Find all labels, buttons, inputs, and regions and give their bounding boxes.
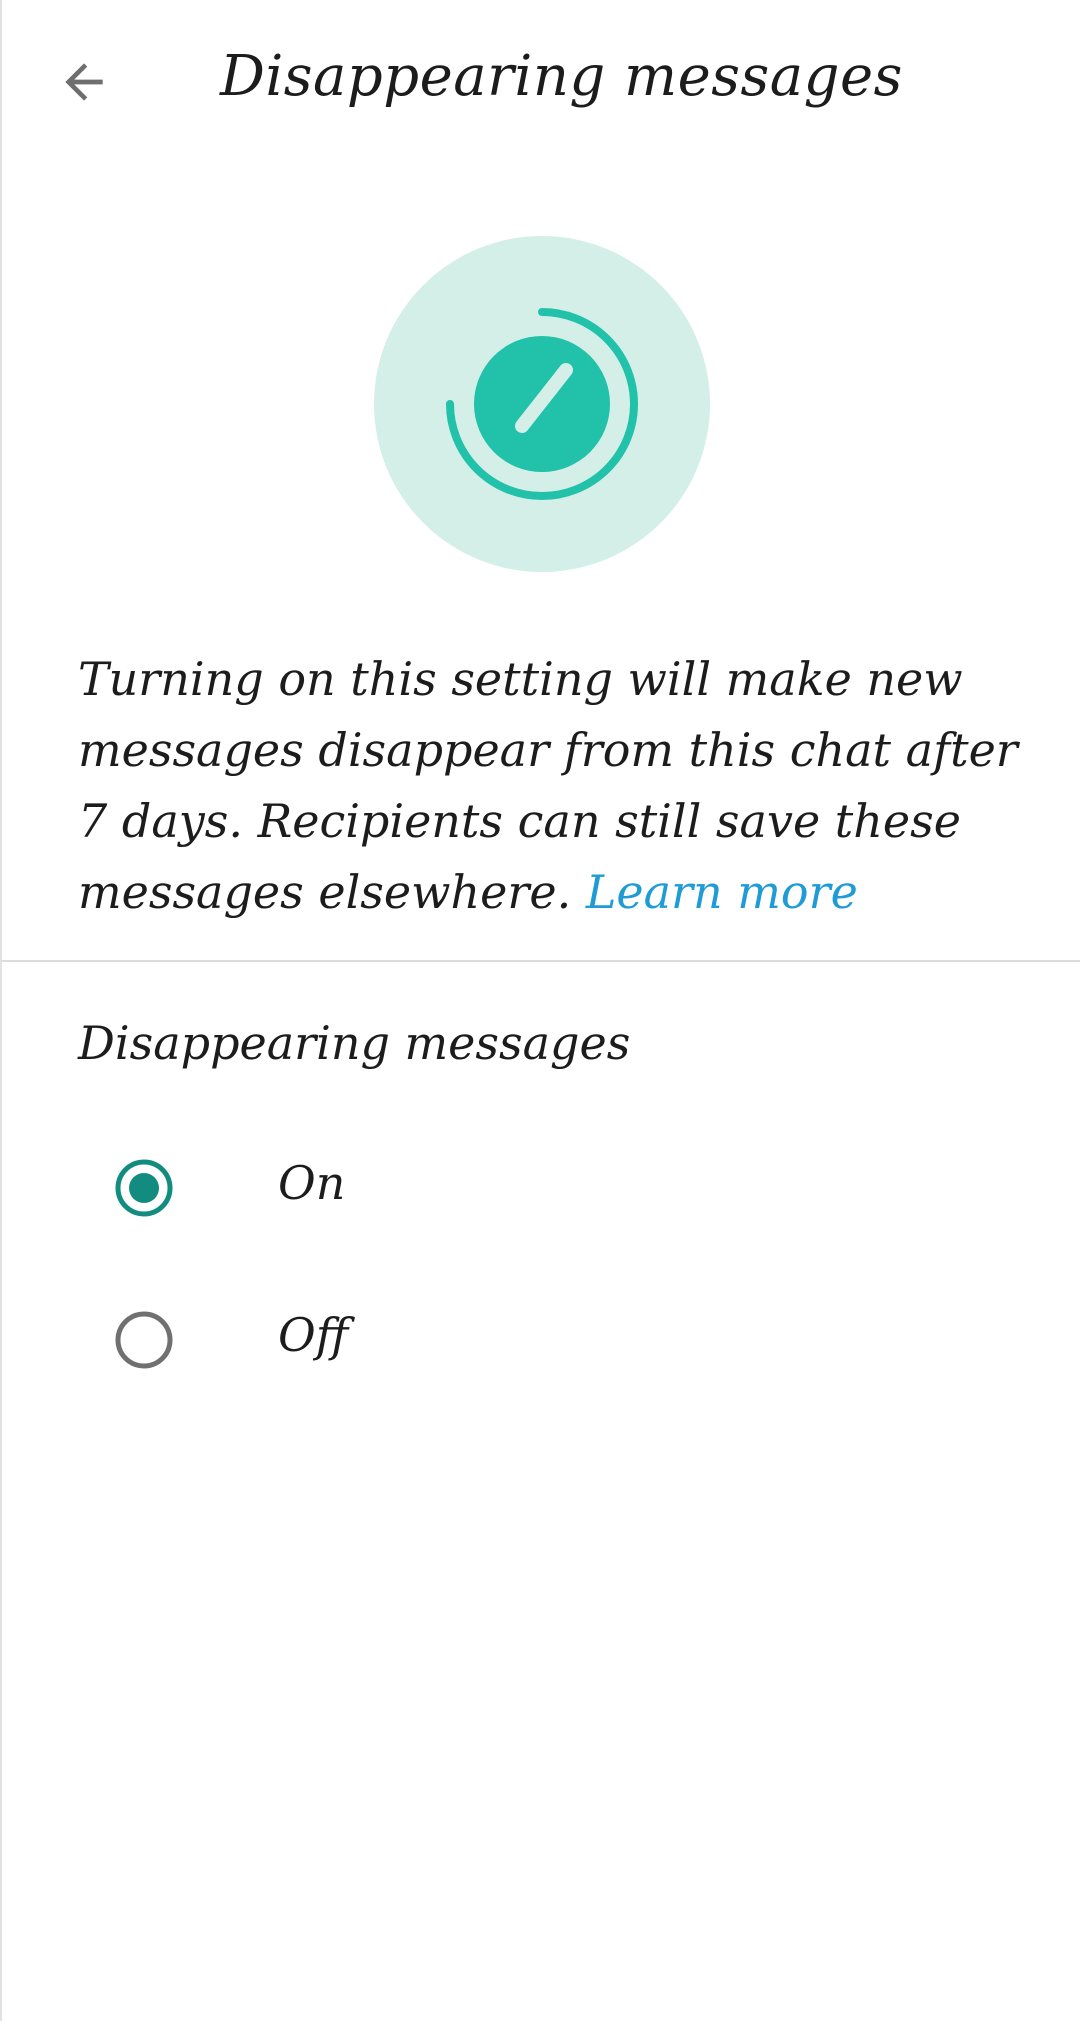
page-title: Disappearing messages [220,44,903,109]
option-on[interactable]: On [2,1118,1080,1258]
radio-selected-icon [115,1159,173,1217]
section-label: Disappearing messages [78,1016,631,1070]
app-bar: Disappearing messages [2,0,1080,170]
back-button[interactable] [42,40,126,124]
radio-off[interactable] [114,1310,174,1370]
divider [2,960,1080,962]
description-text: Turning on this setting will make new me… [78,644,1018,928]
disappearing-messages-screen: Disappearing messages Turning on this se… [0,0,1080,2021]
description-body: Turning on this setting will make new me… [78,652,1018,919]
radio-on[interactable] [114,1158,174,1218]
option-on-label: On [278,1156,346,1210]
hero-illustration [374,236,710,572]
timer-icon [446,308,638,500]
arrow-left-icon [65,63,103,101]
option-off-label: Off [278,1308,349,1362]
radio-unselected-icon [115,1311,173,1369]
learn-more-link[interactable]: Learn more [586,865,858,919]
option-off[interactable]: Off [2,1270,1080,1410]
